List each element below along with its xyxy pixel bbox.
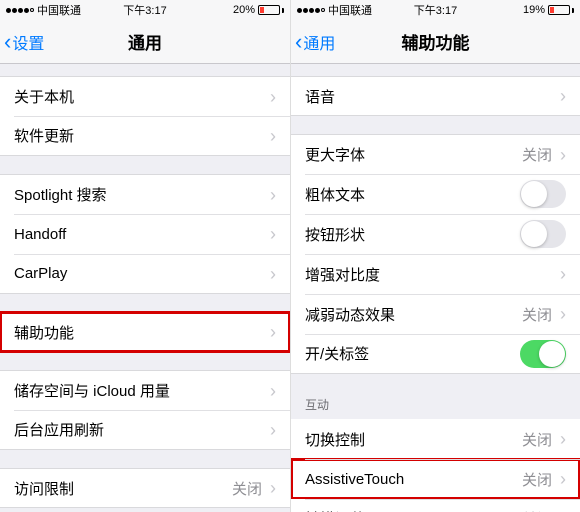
cell-label: AssistiveTouch xyxy=(305,471,522,488)
cell-value: 关闭 xyxy=(522,429,552,450)
cell-label: 访问限制 xyxy=(14,478,232,499)
back-label: 通用 xyxy=(303,30,335,54)
signal-dots-icon xyxy=(297,8,325,13)
settings-cell[interactable]: 粗体文本 xyxy=(291,174,580,214)
cell-label: 软件更新 xyxy=(14,125,270,146)
cell-value: 关闭 xyxy=(522,508,552,512)
settings-list[interactable]: 语音 › 更大字体 关闭 › 粗体文本 按钮形状 增强对比度 › 减弱动态效果 关… xyxy=(291,64,580,512)
settings-group: 互动 切换控制 关闭 › AssistiveTouch 关闭 › 触摸调节 关闭› xyxy=(291,392,580,512)
cell-label: 粗体文本 xyxy=(305,184,520,205)
settings-cell[interactable]: 开/关标签 xyxy=(291,334,580,374)
cell-label: Handoff xyxy=(14,226,270,243)
settings-group: 更大字体 关闭 › 粗体文本 按钮形状 增强对比度 › 减弱动态效果 关闭 › 开/… xyxy=(291,134,580,374)
settings-cell[interactable]: 增强对比度 › xyxy=(291,254,580,294)
nav-bar: ‹ 设置 通用 xyxy=(0,20,290,64)
battery-percent: 19% xyxy=(523,4,545,16)
chevron-right-icon: › xyxy=(270,225,276,243)
settings-cell[interactable]: 辅助功能 › xyxy=(0,312,290,352)
status-bar: 中国联通 下午3:17 19% xyxy=(291,0,580,20)
chevron-right-icon: › xyxy=(270,323,276,341)
settings-cell[interactable]: CarPlay › xyxy=(0,254,290,294)
settings-group: 辅助功能 › xyxy=(0,312,290,352)
chevron-right-icon: › xyxy=(560,265,566,283)
chevron-right-icon: › xyxy=(270,88,276,106)
chevron-right-icon: › xyxy=(560,430,566,448)
cell-label: CarPlay xyxy=(14,265,270,282)
chevron-right-icon: › xyxy=(560,305,566,323)
settings-cell[interactable]: 减弱动态效果 关闭 › xyxy=(291,294,580,334)
toggle-switch[interactable] xyxy=(520,340,566,368)
chevron-right-icon: › xyxy=(270,186,276,204)
battery-percent: 20% xyxy=(233,4,255,16)
chevron-right-icon: › xyxy=(560,470,566,488)
back-button[interactable]: ‹ 通用 xyxy=(291,30,335,54)
cell-label: 更大字体 xyxy=(305,144,522,165)
carrier-label: 中国联通 xyxy=(328,2,372,18)
status-bar: 中国联通 下午3:17 20% xyxy=(0,0,290,20)
chevron-right-icon: › xyxy=(560,87,566,105)
settings-cell[interactable]: 更大字体 关闭 › xyxy=(291,134,580,174)
cell-label: Spotlight 搜索 xyxy=(14,184,270,205)
settings-group: 关于本机 › 软件更新 › xyxy=(0,76,290,156)
settings-cell[interactable]: 储存空间与 iCloud 用量 › xyxy=(0,370,290,410)
cell-value: 关闭 xyxy=(232,478,262,499)
toggle-switch[interactable] xyxy=(520,180,566,208)
toggle-switch[interactable] xyxy=(520,220,566,248)
settings-cell[interactable]: 触摸调节 关闭› xyxy=(291,499,580,512)
cell-label: 储存空间与 iCloud 用量 xyxy=(14,380,270,401)
chevron-right-icon: › xyxy=(270,479,276,497)
settings-list[interactable]: 关于本机 › 软件更新 › Spotlight 搜索 › Handoff › C… xyxy=(0,64,290,512)
cell-label: 后台应用刷新 xyxy=(14,419,270,440)
chevron-right-icon: › xyxy=(270,421,276,439)
settings-cell[interactable]: Spotlight 搜索 › xyxy=(0,174,290,214)
cell-label: 减弱动态效果 xyxy=(305,304,522,325)
back-button[interactable]: ‹ 设置 xyxy=(0,30,44,54)
cell-label: 语音 xyxy=(305,86,560,107)
phone-screen-right: 中国联通 下午3:17 19% ‹ 通用 辅助功能 语音 › 更大字体 关闭 › … xyxy=(290,0,580,512)
settings-group: Spotlight 搜索 › Handoff › CarPlay › xyxy=(0,174,290,294)
settings-cell[interactable]: 访问限制 关闭 › xyxy=(0,468,290,508)
settings-cell[interactable]: 切换控制 关闭 › xyxy=(291,419,580,459)
cell-label: 触摸调节 xyxy=(305,508,522,512)
cell-label: 关于本机 xyxy=(14,86,270,107)
settings-cell[interactable]: 按钮形状 xyxy=(291,214,580,254)
nav-bar: ‹ 通用 辅助功能 xyxy=(291,20,580,64)
settings-group: 访问限制 关闭 › xyxy=(0,468,290,508)
settings-cell[interactable]: 语音 › xyxy=(291,76,580,116)
signal-dots-icon xyxy=(6,8,34,13)
cell-label: 按钮形状 xyxy=(305,224,520,245)
chevron-right-icon: › xyxy=(560,146,566,164)
chevron-right-icon: › xyxy=(270,382,276,400)
settings-group: 储存空间与 iCloud 用量 › 后台应用刷新 › xyxy=(0,370,290,450)
chevron-left-icon: ‹ xyxy=(295,31,302,53)
carrier-label: 中国联通 xyxy=(37,2,81,18)
battery-icon xyxy=(548,5,574,15)
battery-icon xyxy=(258,5,284,15)
cell-label: 增强对比度 xyxy=(305,264,560,285)
cell-label: 辅助功能 xyxy=(14,322,270,343)
chevron-right-icon: › xyxy=(270,127,276,145)
settings-cell[interactable]: Handoff › xyxy=(0,214,290,254)
cell-value: 关闭 xyxy=(522,304,552,325)
cell-label: 切换控制 xyxy=(305,429,522,450)
chevron-left-icon: ‹ xyxy=(4,31,11,53)
settings-cell[interactable]: 后台应用刷新 › xyxy=(0,410,290,450)
cell-label: 开/关标签 xyxy=(305,343,520,364)
chevron-right-icon: › xyxy=(270,265,276,283)
cell-value: 关闭 xyxy=(522,469,552,490)
settings-cell[interactable]: 关于本机 › xyxy=(0,76,290,116)
phone-screen-left: 中国联通 下午3:17 20% ‹ 设置 通用 关于本机 › 软件更新 › Sp… xyxy=(0,0,290,512)
group-header: 互动 xyxy=(291,392,580,419)
settings-group: 语音 › xyxy=(291,76,580,116)
cell-value: 关闭 xyxy=(522,144,552,165)
settings-cell[interactable]: AssistiveTouch 关闭 › xyxy=(291,459,580,499)
settings-cell[interactable]: 软件更新 › xyxy=(0,116,290,156)
back-label: 设置 xyxy=(12,30,44,54)
